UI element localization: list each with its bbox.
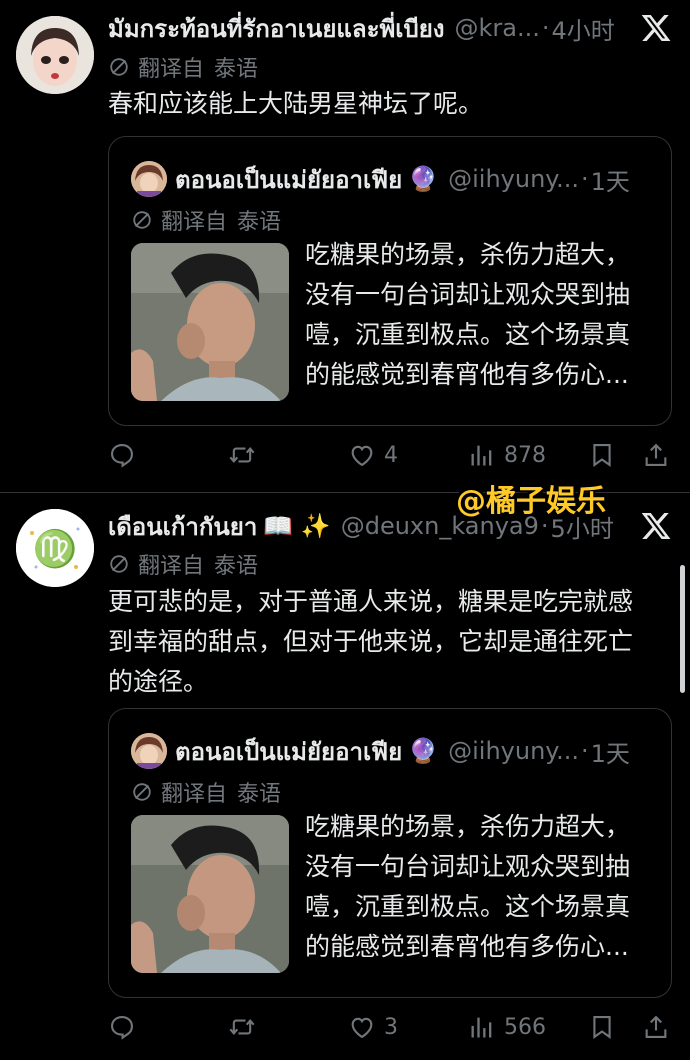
- translate-icon: [131, 781, 153, 803]
- author-handle[interactable]: @kra...: [455, 14, 540, 42]
- share-icon: [642, 441, 670, 469]
- quoted-text-line: 的能感觉到春宵他有多伤心...: [305, 360, 629, 389]
- avatar[interactable]: ♍: [16, 509, 94, 587]
- virgo-symbol: ♍: [33, 528, 78, 570]
- post-1[interactable]: มัมกระท้อนที่รักอาเนยและพี่เบียง @kra...…: [0, 0, 690, 492]
- quoted-avatar[interactable]: [131, 161, 167, 197]
- translate-label: 翻译自: [138, 554, 205, 579]
- action-bar: 4 878: [108, 435, 668, 475]
- quoted-translate-notice[interactable]: 翻译自 泰语: [131, 205, 281, 235]
- bookmark-icon: [588, 441, 616, 469]
- share-button[interactable]: [642, 435, 670, 475]
- views-button[interactable]: 878: [468, 435, 546, 475]
- quoted-text-line: 吃糖果的场景，杀伤力超大，: [305, 240, 631, 269]
- quoted-header: ตอนอเป็นแม่ยัยอาเฟีย 🔮 @iihyuny... · 1天: [175, 731, 651, 771]
- crystal-ball-emoji: 🔮: [408, 737, 439, 765]
- post-2[interactable]: ♍ เดือนเก้ากันยา 📖 ✨ @deuxn_kanya9 · 5小时…: [0, 493, 690, 1060]
- view-count: 566: [504, 1014, 546, 1040]
- author-name[interactable]: มัมกระท้อนที่รักอาเนยและพี่เบียง: [108, 9, 445, 48]
- post-time[interactable]: 4小时: [552, 11, 615, 46]
- quoted-media-thumbnail[interactable]: [131, 243, 289, 401]
- quoted-author-name[interactable]: ตอนอเป็นแม่ยัยอาเฟีย: [175, 732, 402, 771]
- quoted-media-thumbnail[interactable]: [131, 815, 289, 973]
- views-icon: [468, 441, 496, 469]
- like-button[interactable]: 4: [348, 435, 398, 475]
- like-icon: [348, 441, 376, 469]
- crystal-ball-emoji: 🔮: [408, 165, 439, 193]
- post-text-line: 的途径。: [108, 667, 209, 696]
- separator-dot: ·: [580, 737, 589, 765]
- quoted-time[interactable]: 1天: [591, 734, 630, 769]
- quoted-author-handle[interactable]: @iihyuny...: [448, 737, 579, 765]
- quoted-text-line: 的能感觉到春宵他有多伤心...: [305, 932, 629, 961]
- bookmark-icon: [588, 1013, 616, 1041]
- translate-language: 泰语: [237, 210, 282, 235]
- translate-icon: [131, 209, 153, 231]
- reply-icon: [108, 441, 136, 469]
- reply-button[interactable]: [108, 435, 136, 475]
- quoted-author-handle[interactable]: @iihyuny...: [448, 165, 579, 193]
- repost-button[interactable]: [228, 435, 256, 475]
- repost-icon: [228, 1013, 256, 1041]
- book-sparkles-emoji: 📖 ✨: [263, 512, 331, 540]
- translate-icon: [108, 56, 130, 78]
- view-count: 878: [504, 442, 546, 468]
- watermark: @橘子娱乐: [456, 484, 606, 519]
- share-icon: [642, 1013, 670, 1041]
- bookmark-button[interactable]: [588, 1007, 616, 1047]
- quoted-text-line: 噎，沉重到极点。这个场景真: [305, 892, 631, 921]
- avatar[interactable]: [16, 16, 94, 94]
- like-count: 4: [384, 442, 398, 468]
- like-count: 3: [384, 1014, 398, 1040]
- quoted-text: 吃糖果的场景，杀伤力超大， 没有一句台词却让观众哭到抽 噎，沉重到极点。这个场景…: [305, 235, 649, 395]
- repost-icon: [228, 441, 256, 469]
- translate-notice[interactable]: 翻译自 泰语: [108, 549, 258, 579]
- post-text-line: 更可悲的是，对于普通人来说，糖果是吃完就感: [108, 587, 634, 616]
- quoted-post[interactable]: ตอนอเป็นแม่ยัยอาเฟีย 🔮 @iihyuny... · 1天 …: [108, 708, 672, 998]
- quoted-author-name[interactable]: ตอนอเป็นแม่ยัยอาเฟีย: [175, 160, 402, 199]
- translate-label: 翻译自: [161, 782, 228, 807]
- translate-label: 翻译自: [138, 57, 205, 82]
- author-name[interactable]: เดือนเก้ากันยา: [108, 507, 257, 546]
- quoted-avatar[interactable]: [131, 733, 167, 769]
- translate-icon: [108, 553, 130, 575]
- post-text-line: 春和应该能上大陆男星神坛了呢。: [108, 89, 484, 118]
- reply-icon: [108, 1013, 136, 1041]
- quoted-text-line: 吃糖果的场景，杀伤力超大，: [305, 812, 631, 841]
- post-text: 春和应该能上大陆男星神坛了呢。: [108, 84, 668, 124]
- reply-button[interactable]: [108, 1007, 136, 1047]
- translate-language: 泰语: [214, 57, 259, 82]
- quoted-text: 吃糖果的场景，杀伤力超大， 没有一句台词却让观众哭到抽 噎，沉重到极点。这个场景…: [305, 807, 649, 967]
- like-button[interactable]: 3: [348, 1007, 398, 1047]
- separator-dot: ·: [580, 165, 589, 193]
- post-text: 更可悲的是，对于普通人来说，糖果是吃完就感 到幸福的甜点，但对于他来说，它却是通…: [108, 582, 668, 702]
- quoted-text-line: 没有一句台词却让观众哭到抽: [305, 280, 631, 309]
- post-header: มัมกระท้อนที่รักอาเนยและพี่เบียง @kra...…: [108, 8, 634, 48]
- translate-label: 翻译自: [161, 210, 228, 235]
- separator-dot: ·: [541, 14, 550, 42]
- quoted-time[interactable]: 1天: [591, 162, 630, 197]
- quoted-post[interactable]: ตอนอเป็นแม่ยัยอาเฟีย 🔮 @iihyuny... · 1天 …: [108, 136, 672, 426]
- translate-language: 泰语: [237, 782, 282, 807]
- x-logo-icon[interactable]: [640, 510, 672, 542]
- repost-button[interactable]: [228, 1007, 256, 1047]
- like-icon: [348, 1013, 376, 1041]
- bookmark-button[interactable]: [588, 435, 616, 475]
- translate-notice[interactable]: 翻译自 泰语: [108, 52, 258, 82]
- scrollbar[interactable]: [680, 565, 685, 693]
- share-button[interactable]: [642, 1007, 670, 1047]
- quoted-translate-notice[interactable]: 翻译自 泰语: [131, 777, 281, 807]
- translate-language: 泰语: [214, 554, 259, 579]
- x-logo-icon[interactable]: [640, 12, 672, 44]
- quoted-header: ตอนอเป็นแม่ยัยอาเฟีย 🔮 @iihyuny... · 1天: [175, 159, 651, 199]
- quoted-text-line: 噎，沉重到极点。这个场景真: [305, 320, 631, 349]
- action-bar: 3 566: [108, 1007, 668, 1047]
- quoted-text-line: 没有一句台词却让观众哭到抽: [305, 852, 631, 881]
- views-button[interactable]: 566: [468, 1007, 546, 1047]
- post-text-line: 到幸福的甜点，但对于他来说，它却是通往死亡: [108, 627, 634, 656]
- views-icon: [468, 1013, 496, 1041]
